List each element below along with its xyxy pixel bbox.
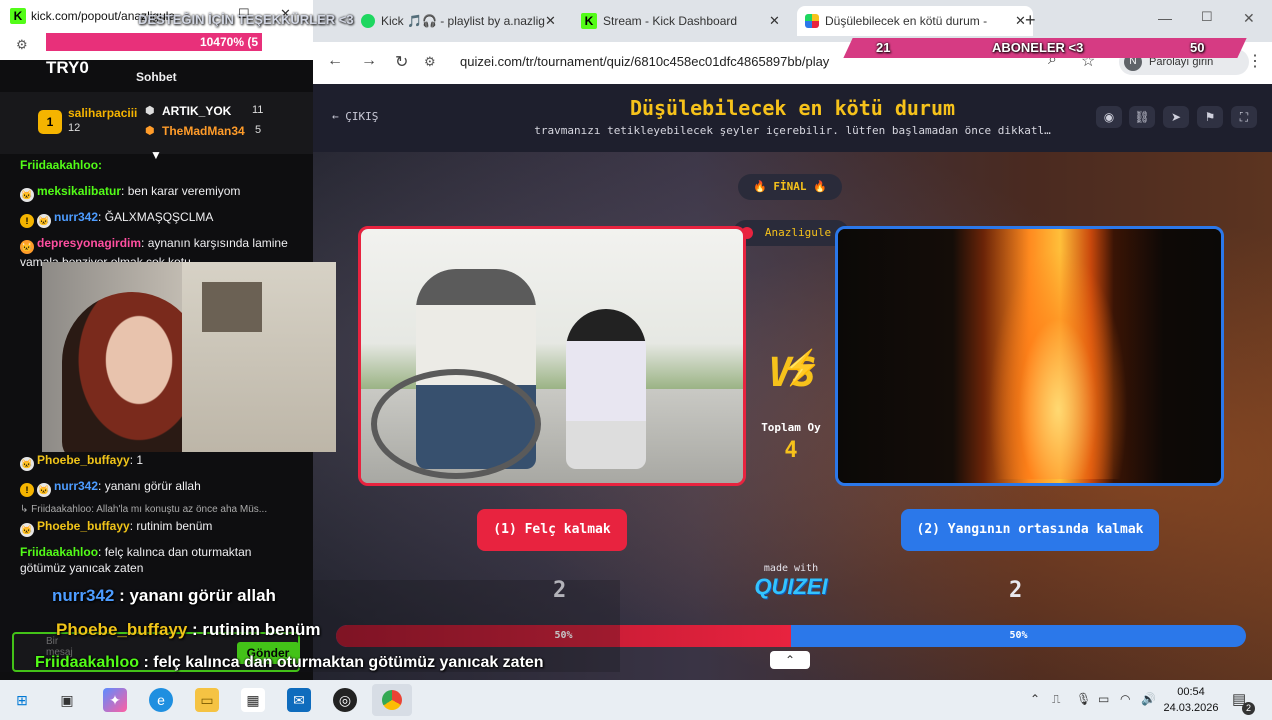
close-icon[interactable]: ✕ [769,6,780,36]
leader-1-name: saliharpaciii [68,106,138,120]
send-icon[interactable]: ➤ [1163,106,1189,128]
store-icon[interactable]: ▦ [241,688,265,712]
chat-message: 🐱 meksikalibatur: ben karar veremiyom [20,184,241,202]
maximize-icon[interactable]: ☐ [1201,9,1213,25]
close-icon[interactable]: ✕ [545,6,556,36]
tray-usb-icon[interactable]: ⎍ [1052,692,1060,707]
fullscreen-icon[interactable]: ⛶ [1231,106,1257,128]
overlay-chat-line: Phoebe_buffayy : rutinim benüm [56,620,321,639]
chevron-up-icon[interactable]: ⌃ [770,651,810,669]
menu-icon[interactable]: ⋮ [1247,51,1263,71]
flag-icon[interactable]: ⚑ [1197,106,1223,128]
sub-target: 50 [1190,40,1205,55]
kick-icon: K [581,13,597,29]
tab-label: Kick 🎵🎧 - playlist by a.nazlig [381,14,545,28]
file-explorer-icon[interactable]: ▭ [195,688,219,712]
site-info-icon[interactable]: ⚙ [424,48,436,76]
leader-1-count: 12 [68,122,81,134]
site-info-icon[interactable]: ⚙ [16,37,28,53]
tab-kick-playlist[interactable]: Kick 🎵🎧 - playlist by a.nazlig ✕ [353,6,563,36]
goal-label: TRY0 [46,58,89,77]
shield-icon: ⬢ [145,105,155,117]
back-icon[interactable]: ← [327,52,343,70]
chat-message: Friidaakahloo: [20,158,103,172]
goal-progress-bar: 10470% (5 [46,33,262,51]
webcam-feed [42,262,336,452]
rank-badge: 1 [38,110,62,134]
chat-message: ! 🐱 nurr342: ĞALXMAŞQŞCLMA [20,209,290,228]
new-tab-icon[interactable]: + [1025,10,1036,31]
quizei-logo: QUIZEI [754,574,828,599]
quiz-subtitle: travmanızı tetikleyebilecek şeyler içere… [534,124,1051,137]
volume-icon[interactable]: 🔊 [1141,692,1156,706]
chat-message: Friidaakahloo: felç kalınca dan oturmakt… [20,545,252,575]
overlay-chat-line: Friidaakahloo : felç kalınca dan oturmak… [35,654,544,671]
tab-kick-dashboard[interactable]: K Stream - Kick Dashboard ✕ [575,6,787,36]
clock-date[interactable]: 24.03.2026 [1160,702,1222,714]
option-2-votes: 2 [1009,578,1023,603]
leaderboard: 1 saliharpaciii 12 ⬢ ARTIK_YOK 11 ⬢ TheM… [0,92,313,154]
minimize-icon[interactable]: — [1158,10,1172,26]
leader-3-name: TheMadMan34 [162,124,245,138]
sub-current: 21 [876,40,891,55]
reply-preview: ↳ Friidaakahloo: Allah'la mı konuştu az … [20,504,268,515]
chat-message: ! 🐱 nurr342: yananı görür allah [20,478,290,497]
mail-icon[interactable]: ✉ [287,688,311,712]
quizei-favicon-icon [805,14,819,28]
close-window-icon[interactable]: ✕ [1243,10,1255,27]
wifi-icon[interactable]: ◠ [1120,692,1130,706]
shield-icon: ⬢ [145,125,155,137]
obs-icon[interactable]: ◎ [333,688,357,712]
made-with-label: made with [763,563,819,574]
chat-message: 🐱 Phoebe_buffayy: rutinim benüm [20,519,213,537]
streamer-badge: Anazligule [733,220,849,246]
leader-3-count: 5 [255,124,262,136]
edge-icon[interactable]: e [149,688,173,712]
link-icon[interactable]: ⛓ [1129,106,1155,128]
streamer-name: Anazligule [764,226,832,239]
windows-start-icon[interactable]: ⊞ [10,688,34,712]
clock-time[interactable]: 00:54 [1167,686,1215,698]
reload-icon[interactable]: ↻ [395,52,408,72]
task-view-icon[interactable]: ▣ [55,688,79,712]
overlay-chat-line: nurr342 : yananı görür allah [52,586,276,605]
option-1-image[interactable] [358,226,746,486]
overlay-banner: DESTEĞIN İÇİN TEŞEKKÜRLER <3 [138,12,354,27]
total-votes-count: 4 [784,438,798,463]
option-2-image[interactable] [835,226,1224,486]
tab-label: Düşülebilecek en kötü durum - [825,14,988,28]
total-votes-label: Toplam Oy [761,421,821,434]
leader-2-count: 11 [252,104,264,116]
battery-icon[interactable]: ▭ [1098,692,1109,706]
lightning-icon: ⚡ [780,349,823,387]
option-2-button[interactable]: (2) Yangının ortasında kalmak [901,509,1159,551]
option-1-button[interactable]: (1) Felç kalmak [477,509,627,551]
round-badge: 🔥 FİNAL 🔥 [738,174,842,200]
notification-badge: 2 [1242,702,1255,715]
chat-message: 🐱 Phoebe_buffayy: 1 [20,453,144,471]
tab-quizei[interactable]: Düşülebilecek en kötü durum - ✕ [797,6,1033,36]
sub-label: ABONELER <3 [992,40,1084,55]
copilot-icon[interactable]: ✦ [103,688,127,712]
kick-icon: K [10,8,26,24]
eye-icon[interactable]: ◉ [1096,106,1122,128]
tray-chevron-icon[interactable]: ⌃ [1030,692,1040,706]
tab-label: Stream - Kick Dashboard [603,14,738,28]
microphone-icon[interactable]: 🎙 [1076,692,1091,706]
browser-tab-strip: Kick 🎵🎧 - playlist by a.nazlig ✕ K Strea… [313,0,1272,42]
forward-icon[interactable]: → [361,52,377,70]
url-text: quizei.com/tr/tournament/quiz/6810c458ec… [460,54,830,69]
chat-title: Sohbet [136,70,177,84]
leader-2-name: ARTIK_YOK [162,104,232,118]
option-2-percent: 50% [1009,630,1028,641]
chrome-icon [382,690,402,710]
chrome-taskbar-button[interactable] [372,684,412,716]
spotify-icon [361,14,375,28]
